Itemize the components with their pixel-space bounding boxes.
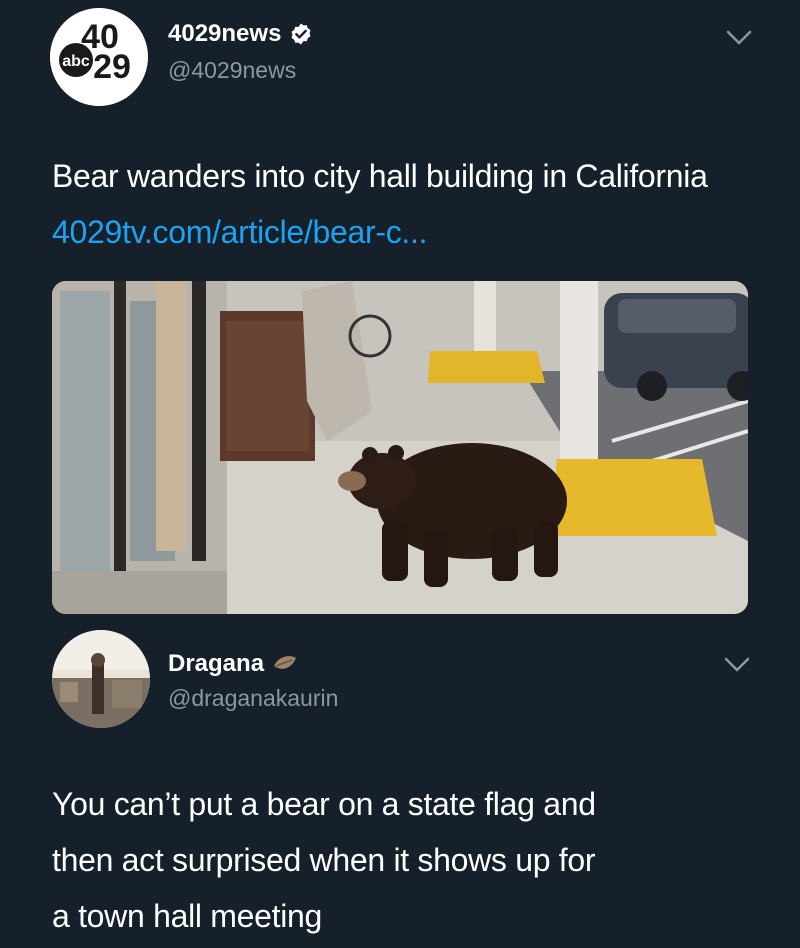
tweet-text: Bear wanders into city hall building in … <box>52 148 708 260</box>
tweet-text-2: You can’t put a bear on a state flag and… <box>52 776 596 944</box>
tweet-body: Bear wanders into city hall building in … <box>52 158 708 194</box>
logo-number-bottom: 29 <box>93 48 131 86</box>
logo-brand: abc <box>62 53 90 70</box>
tweet-line-1: You can’t put a bear on a state flag and <box>52 786 596 822</box>
abc-logo-icon: 40 abc 29 <box>50 8 148 106</box>
display-name-2[interactable]: Dragana <box>168 650 264 678</box>
tweet-line-2: then act surprised when it shows up for <box>52 842 596 878</box>
chevron-down-icon[interactable] <box>722 655 752 675</box>
verified-badge-icon <box>291 23 311 45</box>
leaf-icon <box>274 656 297 669</box>
display-name[interactable]: 4029news <box>168 20 281 48</box>
handle[interactable]: @4029news <box>168 57 296 84</box>
handle-2[interactable]: @draganakaurin <box>168 685 338 712</box>
bear-photo-image <box>52 281 748 614</box>
avatar-4029news[interactable]: 40 abc 29 <box>50 8 148 106</box>
media-bear-photo[interactable] <box>52 281 748 614</box>
article-link[interactable]: 4029tv.com/article/bear-c... <box>52 214 427 250</box>
tweet-card-4029news[interactable]: 40 abc 29 4029news @4029news Bear wander… <box>0 0 800 622</box>
author-name-row-2: Dragana <box>168 650 298 678</box>
author-name-row: 4029news <box>168 20 313 48</box>
avatar-dragana[interactable] <box>52 630 150 728</box>
chevron-down-icon[interactable] <box>724 28 754 48</box>
avatar-photo-image <box>52 630 150 728</box>
tweet-line-3: a town hall meeting <box>52 898 323 934</box>
